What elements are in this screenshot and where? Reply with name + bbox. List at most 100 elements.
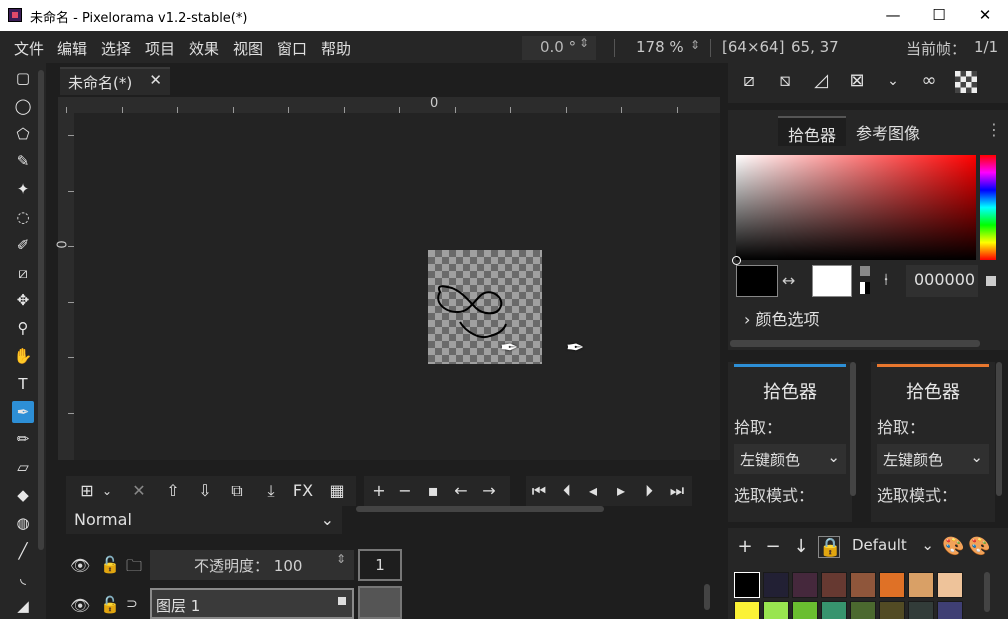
line-icon[interactable]: ╱ xyxy=(12,540,34,562)
timeline-scrollbar[interactable] xyxy=(356,506,604,512)
eraser-icon[interactable]: ▱ xyxy=(12,456,34,478)
curve-icon[interactable]: ◟ xyxy=(12,567,34,589)
lock-palette-icon[interactable]: 🔒 xyxy=(818,536,841,558)
color-mode-icon[interactable] xyxy=(986,276,996,286)
lock-icon[interactable]: 🔓 xyxy=(100,595,120,614)
maximize-button[interactable]: ☐ xyxy=(916,0,962,31)
stepper-icon[interactable]: ⇕ xyxy=(336,552,346,566)
menu-view[interactable]: 视图 xyxy=(233,38,263,59)
zoom-icon[interactable]: ⚲ xyxy=(12,317,34,339)
color-select-icon[interactable]: ✎ xyxy=(12,150,34,172)
palette-swatch[interactable] xyxy=(792,572,818,598)
palette-edit-icon[interactable]: 🎨 xyxy=(942,536,964,558)
lock-icon[interactable]: 🔓 xyxy=(100,555,120,574)
first-frame-icon[interactable]: ⏮ xyxy=(528,480,550,502)
palette-add-color-icon[interactable]: 🎨 xyxy=(968,536,990,558)
last-frame-icon[interactable]: ⏭ xyxy=(666,480,688,502)
left-color-swatch[interactable] xyxy=(736,265,778,297)
timeline-vertical-scrollbar[interactable] xyxy=(704,584,710,610)
delete-layer-icon[interactable]: ✕ xyxy=(128,480,150,502)
palette-swatch[interactable] xyxy=(937,601,963,619)
frame-button[interactable]: 1 xyxy=(358,549,402,581)
previous-frame-icon[interactable]: ◂ xyxy=(582,480,604,502)
minimize-button[interactable]: — xyxy=(870,0,916,31)
add-palette-icon[interactable]: + xyxy=(734,536,756,558)
remove-palette-icon[interactable]: − xyxy=(762,536,784,558)
palette-swatch[interactable] xyxy=(850,601,876,619)
pan-icon[interactable]: ✋ xyxy=(12,345,34,367)
canvas-viewport[interactable] xyxy=(74,113,720,460)
film-strip-icon[interactable]: ▦ xyxy=(326,480,348,502)
palette-swatch[interactable] xyxy=(908,572,934,598)
toolbar-scrollbar[interactable] xyxy=(38,70,44,550)
palette-swatch[interactable] xyxy=(937,572,963,598)
merge-layer-icon[interactable]: ⤓ xyxy=(260,480,282,502)
folder-icon[interactable]: 🗀 xyxy=(126,555,142,582)
layer-item[interactable]: 图层 1 xyxy=(150,588,354,619)
picker-scrollbar[interactable] xyxy=(730,340,980,347)
horizontal-mirror-icon[interactable]: ⧄ xyxy=(736,68,762,94)
rotation-field[interactable]: 0.0 ° ⇕ xyxy=(522,36,596,60)
pencil-icon[interactable]: ✏ xyxy=(12,428,34,450)
chevron-down-icon[interactable]: ⌄ xyxy=(96,480,118,502)
import-palette-icon[interactable]: ↓ xyxy=(790,536,812,558)
visibility-icon[interactable]: 👁 xyxy=(70,596,90,615)
tab-untitled[interactable]: 未命名(*) ✕ xyxy=(60,67,170,95)
opacity-field[interactable]: 不透明度： 100 ⇕ xyxy=(150,550,354,580)
menu-window[interactable]: 窗口 xyxy=(277,38,307,59)
move-layer-up-icon[interactable]: ⇧ xyxy=(162,480,184,502)
dynamics-icon[interactable]: ∞ xyxy=(916,68,942,94)
checker-background-icon[interactable] xyxy=(955,71,977,93)
play-backwards-icon[interactable]: ⏴ xyxy=(556,480,578,502)
tab-color-picker[interactable]: 拾色器 xyxy=(778,116,847,146)
zoom-stepper-icon[interactable]: ⇕ xyxy=(690,38,700,52)
stepper-icon[interactable]: ⇕ xyxy=(579,36,589,50)
menu-project[interactable]: 项目 xyxy=(145,38,175,59)
visibility-icon[interactable]: 👁 xyxy=(70,556,90,575)
clone-layer-icon[interactable]: ⧉ xyxy=(226,480,248,502)
palette-select[interactable]: Default ⌄ xyxy=(846,532,936,560)
add-frame-icon[interactable]: + xyxy=(368,480,390,502)
paint-select-icon[interactable]: ✐ xyxy=(12,234,34,256)
right-color-swatch[interactable] xyxy=(812,265,852,297)
remove-frame-icon[interactable]: − xyxy=(394,480,416,502)
rect-select-icon[interactable]: ▢ xyxy=(12,67,34,89)
palette-swatch[interactable] xyxy=(908,601,934,619)
move-icon[interactable]: ✥ xyxy=(12,289,34,311)
color-options-toggle[interactable]: › 颜色选项 xyxy=(744,306,820,330)
palette-swatch[interactable] xyxy=(734,601,760,619)
magic-wand-icon[interactable]: ✦ xyxy=(12,178,34,200)
menu-effects[interactable]: 效果 xyxy=(189,38,219,59)
palette-swatch[interactable] xyxy=(821,601,847,619)
shading-icon[interactable]: ◍ xyxy=(12,512,34,534)
crop-icon[interactable]: ⧄ xyxy=(12,262,34,284)
bucket-icon[interactable]: ◆ xyxy=(12,484,34,506)
vertical-mirror-icon[interactable]: ⧅ xyxy=(772,68,798,94)
palette-swatch[interactable] xyxy=(792,601,818,619)
palette-swatch[interactable] xyxy=(850,572,876,598)
tab-reference-image[interactable]: 参考图像 xyxy=(846,116,930,146)
panel-menu-icon[interactable]: ⋮ xyxy=(986,120,1002,139)
menu-edit[interactable]: 编辑 xyxy=(57,38,87,59)
pick-select[interactable]: 左键颜色 ⌄ xyxy=(734,444,846,474)
palette-scrollbar[interactable] xyxy=(984,572,990,612)
chevron-down-icon[interactable]: ⌄ xyxy=(880,68,906,94)
move-frame-left-icon[interactable]: ← xyxy=(450,480,472,502)
cel-thumbnail[interactable] xyxy=(358,586,402,619)
play-icon[interactable]: ▸ xyxy=(610,480,632,502)
palette-swatch[interactable] xyxy=(879,572,905,598)
left-options-scrollbar[interactable] xyxy=(850,362,856,496)
eyedropper-icon[interactable]: ⍿ xyxy=(884,270,888,290)
polygon-select-icon[interactable]: ⬠ xyxy=(12,123,34,145)
blend-mode-select[interactable]: Normal ⌄ xyxy=(66,506,342,534)
palette-swatch[interactable] xyxy=(763,572,789,598)
move-frame-right-icon[interactable]: → xyxy=(478,480,500,502)
lasso-icon[interactable]: ◌ xyxy=(12,206,34,228)
pixel-canvas[interactable]: ✒ xyxy=(428,250,542,364)
right-options-scrollbar[interactable] xyxy=(996,362,1002,496)
saturation-value-square[interactable] xyxy=(736,155,976,260)
hue-slider[interactable] xyxy=(980,155,996,260)
color-cursor[interactable] xyxy=(732,256,741,265)
shape-icon[interactable]: ◢ xyxy=(12,595,34,617)
clone-frame-icon[interactable]: ▪ xyxy=(422,480,444,502)
